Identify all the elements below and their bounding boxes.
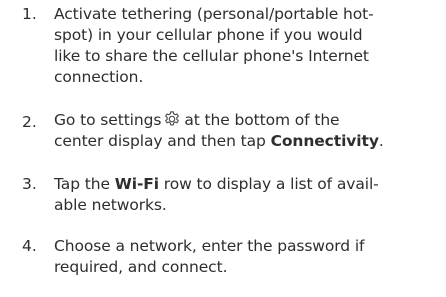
step-number: 1. <box>22 5 37 23</box>
step-text-fragment: Tap the <box>54 175 115 193</box>
step-text-line: Go to settings at the bottom of the <box>54 110 434 131</box>
step-text-fragment: center display and then tap <box>54 132 271 150</box>
wifi-term: Wi-Fi <box>114 175 159 193</box>
step-text-line: required, and connect. <box>54 258 228 276</box>
step-text-line: spot) in your cellular phone if you woul… <box>54 26 363 44</box>
step-text-line: connection. <box>54 68 144 86</box>
step-text-fragment: . <box>378 132 384 150</box>
step-text-line: able networks. <box>54 196 167 214</box>
step-text-line: Activate tethering (personal/portable ho… <box>54 5 374 23</box>
step-number: 3. <box>22 175 37 193</box>
step-number: 2. <box>22 113 37 131</box>
step-text: Choose a network, enter the password if … <box>54 236 434 278</box>
step-text: Activate tethering (personal/portable ho… <box>54 4 434 88</box>
gear-icon <box>165 111 180 126</box>
step-number: 4. <box>22 237 37 255</box>
step-text-line: Tap the Wi-Fi row to display a list of a… <box>54 174 434 195</box>
step-text-line: Choose a network, enter the password if <box>54 237 365 255</box>
step-text-fragment: Go to settings <box>54 111 162 129</box>
step-text-line: like to share the cellular phone's Inter… <box>54 47 369 65</box>
step-text-fragment: row to display a list of avail- <box>158 175 379 193</box>
step-text-line: center display and then tap Connectivity… <box>54 131 434 152</box>
step-text: Tap the Wi-Fi row to display a list of a… <box>54 174 434 216</box>
connectivity-term: Connectivity <box>270 132 379 150</box>
step-text: Go to settings at the bottom of the cente… <box>54 110 434 152</box>
step-text-fragment: at the bottom of the <box>184 111 340 129</box>
